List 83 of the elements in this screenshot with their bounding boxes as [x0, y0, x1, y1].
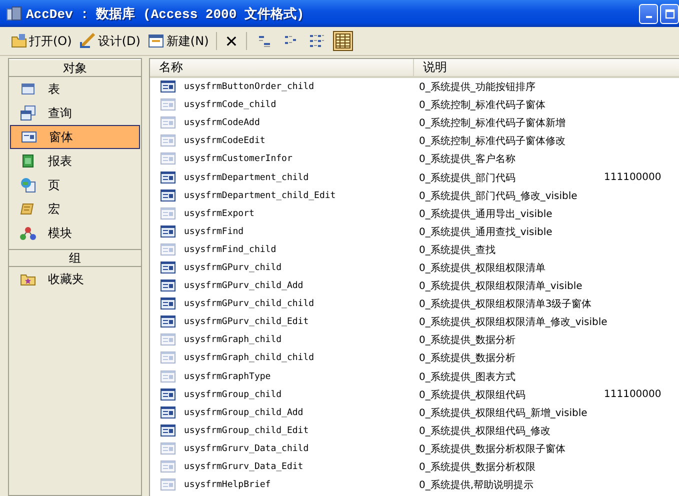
minimize-icon: [646, 16, 652, 18]
table-cell-text: 0_系统提供_权限组权限清单3级子窗体: [419, 298, 592, 312]
report-icon: [20, 153, 36, 169]
table-cell-text: 0_系统提供_数据分析: [419, 334, 516, 348]
table-cell-text: 0_系统提供_功能按钮排序: [419, 80, 536, 94]
form-name[interactable]: usysfrmGrurv_Data_child: [184, 444, 309, 454]
table-cell-text: 0_系统控制_标准代码子窗体修改: [419, 134, 566, 148]
maximize-button[interactable]: [660, 4, 679, 24]
form-name[interactable]: usysfrmGraphType: [184, 372, 271, 382]
window-title: AccDev : 数据库 (Access 2000 文件格式): [26, 6, 304, 22]
ruler-pencil-icon: [80, 33, 96, 49]
table-cell-text: 0_系统控制_标准代码子窗体新增: [419, 116, 566, 130]
form-name[interactable]: usysfrmHelpBrief: [184, 480, 271, 490]
folder-icon: [11, 33, 27, 49]
section-header[interactable]: 组: [9, 249, 141, 267]
sidebar-item[interactable]: 宏: [9, 197, 141, 221]
form-name[interactable]: usysfrmFind_child: [184, 244, 276, 255]
sidebar-item[interactable]: 窗体: [10, 125, 140, 149]
table-cell-text: 0_系统提供_权限组权限清单_修改_visible: [419, 316, 608, 330]
table-cell-text: 0_系统提供_图表方式: [419, 370, 516, 384]
table-icon: [20, 81, 36, 97]
sidebar-item[interactable]: 查询: [9, 101, 141, 125]
table-cell-text: 0_系统提供_部门代码_修改_visible: [419, 190, 578, 203]
table-cell-text: 0_系统提供_通用查找_visible: [419, 226, 552, 239]
form-name[interactable]: usysfrmGrurv_Data_Edit: [184, 462, 304, 472]
molecule-icon: [20, 225, 36, 241]
table-cell-text: 0_系统提供_权限组权限清单_visible: [419, 280, 582, 294]
table-cell-text: 0_系统提供_权限组权限清单: [419, 262, 546, 275]
table-cell-text: 0_系统提供_权限组代码_新增_visible: [419, 406, 588, 420]
form-name[interactable]: usysfrmGroup_child_Edit: [184, 426, 309, 436]
table-cell-text: 0_系统提供_权限组代码: [419, 388, 526, 402]
form-name[interactable]: usysfrmGroup_child_Add: [184, 408, 304, 418]
column-header[interactable]: 名称: [150, 59, 414, 76]
table-cell: 111100000: [604, 172, 662, 184]
table-cell-text: 0_系统提供_数据分析权限: [419, 460, 536, 474]
form-name[interactable]: usysfrmGPurv_child_child: [184, 299, 314, 310]
maximize-icon: [664, 8, 674, 18]
form-name[interactable]: usysfrmCode_child: [184, 100, 276, 110]
form-name[interactable]: usysfrmCustomerInfor: [184, 154, 292, 164]
form-name[interactable]: usysfrmGPurv_child_Add: [184, 281, 304, 292]
form-name[interactable]: usysfrmGraph_child_child: [184, 353, 314, 364]
table-cell-text: 0_系统提供_数据分析: [419, 352, 516, 366]
form-name[interactable]: usysfrmDepartment_child: [184, 172, 309, 183]
toolbar-button[interactable]: 打开(O): [8, 32, 75, 50]
form-name[interactable]: usysfrmGroup_child: [184, 390, 282, 400]
table-cell-text: 0_系统提供_客户名称: [419, 152, 516, 166]
form-name[interactable]: usysfrmFind: [184, 226, 244, 237]
database-icon: [6, 6, 22, 22]
sidebar-item[interactable]: 报表: [9, 149, 141, 173]
column-header[interactable]: 说明: [414, 59, 679, 76]
details-icon: [335, 33, 352, 49]
scroll-icon: [20, 201, 36, 217]
sidebar-item[interactable]: 表: [9, 77, 141, 101]
query-icon: [20, 105, 36, 121]
form-name[interactable]: usysfrmCodeEdit: [184, 136, 266, 146]
table-cell-text: 0_系统提供_权限组代码_修改: [419, 424, 550, 438]
form-name[interactable]: usysfrmGPurv_child: [184, 262, 282, 273]
table-cell: 111100000: [604, 389, 662, 400]
table-cell-text: 0_系统提供_数据分析权限子窗体: [419, 442, 566, 456]
table-cell-text: 0_系统提供_部门代码: [419, 172, 516, 185]
form-name[interactable]: usysfrmGPurv_child_Edit: [184, 317, 309, 328]
globe-page-icon: [20, 177, 36, 193]
minimize-button[interactable]: [639, 4, 658, 24]
section-header[interactable]: 对象: [9, 59, 141, 77]
sidebar-item[interactable]: 模块: [9, 221, 141, 245]
table-cell-text: 0_系统控制_标准代码子窗体: [419, 98, 546, 112]
toolbar-button[interactable]: 新建(N): [145, 32, 212, 50]
form-name[interactable]: usysfrmButtonOrder_child: [184, 82, 314, 92]
table-cell-text: 0_系统提供_通用导出_visible: [419, 208, 552, 221]
delete-button[interactable]: ✕: [220, 32, 242, 50]
list-icon: [309, 33, 326, 49]
view-button[interactable]: [333, 31, 354, 51]
sidebar-item[interactable]: 页: [9, 173, 141, 197]
toolbar-button[interactable]: 设计(D): [76, 32, 144, 50]
sidebar-item[interactable]: 收藏夹: [9, 267, 141, 291]
form-icon: [21, 129, 37, 145]
form-name[interactable]: usysfrmCodeAdd: [184, 118, 260, 128]
table-cell-text: 0_系统提供_查找: [419, 244, 496, 257]
form-name[interactable]: usysfrmExport: [184, 208, 254, 219]
table-cell-text: 0_系统提供,帮助说明提示: [419, 478, 534, 492]
form-icon: [148, 33, 164, 49]
form-name[interactable]: usysfrmDepartment_child_Edit: [184, 190, 336, 201]
form-name[interactable]: usysfrmGraph_child: [184, 335, 282, 346]
